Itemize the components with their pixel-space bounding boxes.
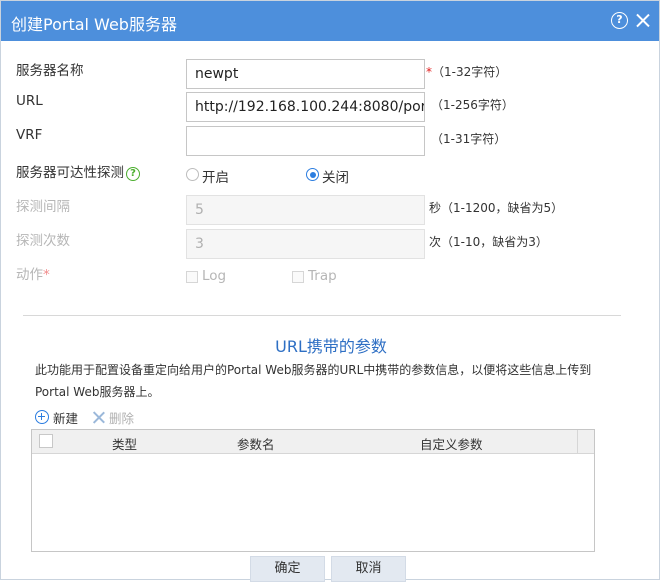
action-label: 动作* [16,263,50,283]
probe-count-label: 探测次数 [16,233,70,249]
plus-circle-icon [35,410,49,424]
server-name-hint: *（1-32字符） [426,63,507,80]
reachability-off-label[interactable]: 关闭 [322,166,349,186]
reachability-on-radio[interactable] [186,168,199,181]
probe-interval-input[interactable]: 5 [186,195,425,225]
help-icon[interactable]: ? [611,12,628,29]
reachability-label: 服务器可达性探测? [16,161,140,181]
cancel-button[interactable]: 取消 [331,556,406,582]
params-table-header: 类型 参数名 自定义参数 [32,430,594,454]
action-trap-label[interactable]: Trap [308,268,337,284]
delete-x-icon [92,411,105,424]
dialog-titlebar: 创建Portal Web服务器 ? [1,1,659,41]
header-scroll-spacer [577,430,594,453]
server-name-hint-text: （1-32字符） [432,65,508,79]
params-description: 此功能用于配置设备重定向给用户的Portal Web服务器的URL中携带的参数信… [35,363,592,399]
section-divider [23,315,621,316]
url-label: URL [16,93,43,109]
vrf-input[interactable] [186,126,425,156]
probe-count-input[interactable]: 3 [186,229,425,259]
reachability-label-text: 服务器可达性探测 [16,165,124,181]
params-toolbar: 新建 删除 [35,408,134,426]
server-name-label: 服务器名称 [16,63,84,79]
new-param-label: 新建 [53,410,79,426]
close-icon[interactable] [634,12,651,29]
select-all-checkbox[interactable] [39,434,53,448]
reachability-on-label[interactable]: 开启 [202,166,229,186]
action-trap-checkbox[interactable] [292,271,304,283]
url-hint: （1-256字符） [431,98,514,112]
params-table: 类型 参数名 自定义参数 [31,429,595,552]
delete-param-button[interactable]: 删除 [92,408,134,427]
ok-button[interactable]: 确定 [250,556,325,582]
action-log-label[interactable]: Log [202,268,226,284]
vrf-label: VRF [16,127,43,143]
reachability-help-icon[interactable]: ? [126,167,140,181]
probe-interval-hint: 秒（1-1200，缺省为5） [429,201,564,215]
dialog-title: 创建Portal Web服务器 [11,15,177,34]
column-header-param-name[interactable]: 参数名 [237,434,275,453]
server-name-input[interactable]: newpt [186,59,425,89]
reachability-off-radio[interactable] [306,168,319,181]
column-header-type[interactable]: 类型 [112,434,137,453]
action-required-mark: * [43,267,50,283]
portal-web-server-dialog: 创建Portal Web服务器 ? 服务器名称 newpt *（1-32字符） … [0,0,660,582]
probe-interval-label: 探测间隔 [16,199,70,215]
action-log-checkbox[interactable] [186,271,198,283]
probe-count-hint: 次（1-10，缺省为3） [429,235,548,249]
delete-param-label: 删除 [109,410,135,426]
action-label-text: 动作 [16,267,43,283]
params-section-title: URL携带的参数 [275,337,387,356]
new-param-button[interactable]: 新建 [35,408,78,427]
titlebar-icons: ? [611,12,651,29]
vrf-hint: （1-31字符） [431,132,507,146]
column-header-custom-param[interactable]: 自定义参数 [420,434,483,453]
url-input[interactable]: http://192.168.100.244:8080/portal [186,92,425,122]
